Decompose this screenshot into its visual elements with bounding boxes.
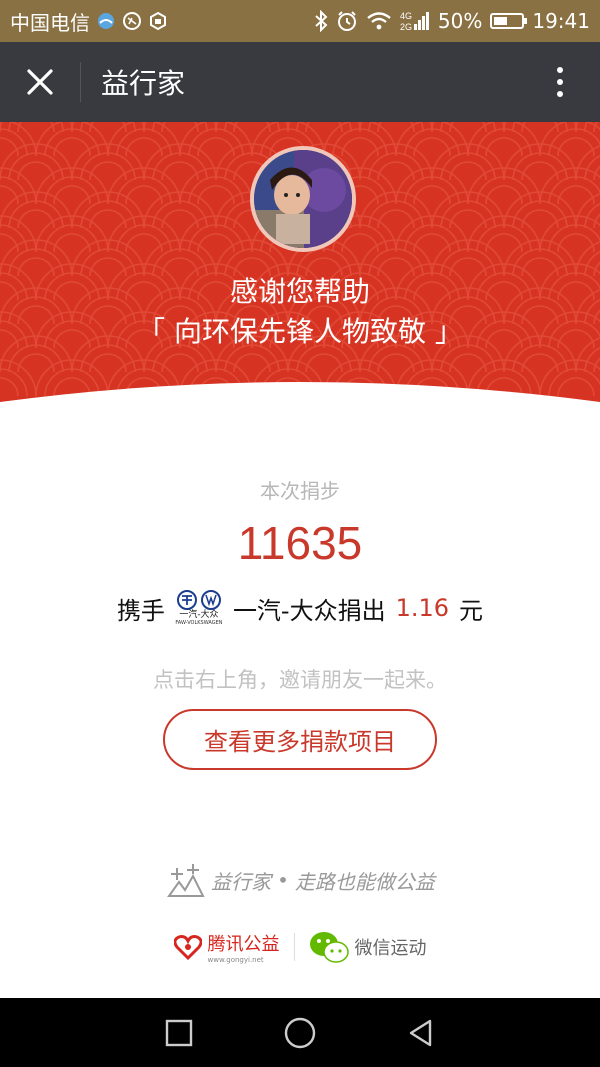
brand-logo-text: 一汽-大众 [179, 610, 219, 620]
donation-prefix: 携手 [116, 596, 165, 625]
scale-arc [404, 224, 460, 253]
home-icon[interactable] [283, 1016, 317, 1050]
scale-arc [0, 233, 19, 253]
more-vertical-icon [557, 67, 563, 97]
step-count: 11635 [237, 517, 363, 569]
scale-arc [44, 224, 100, 253]
clock: 19:41 [532, 9, 590, 33]
scale-arc [116, 176, 172, 205]
weather-icon [96, 11, 116, 31]
close-button[interactable] [0, 42, 80, 122]
scale-arc [368, 200, 424, 229]
faw-volkswagen-logo: 一汽-大众 FAW-VOLKSWAGEN [173, 590, 225, 626]
app-notification-icon [148, 11, 168, 31]
scale-arc [8, 152, 64, 181]
more-menu-button[interactable] [520, 42, 600, 122]
battery-fill [494, 17, 508, 25]
scale-arc [548, 176, 600, 205]
title-divider [80, 62, 81, 102]
avatar [250, 146, 356, 252]
slogan-brand: 益行家 [211, 869, 272, 894]
partner-logos: 腾讯公益 www.gongyi.net 微信运动 [0, 930, 600, 964]
page-title: 益行家 [101, 67, 186, 100]
yixingjia-logo-icon [167, 864, 205, 897]
alarm-icon [336, 10, 358, 32]
scale-arc [0, 185, 19, 205]
tencent-charity-label: 腾讯公益 [207, 934, 280, 955]
scale-arc [152, 152, 208, 181]
scale-arc [80, 152, 136, 181]
wechat-sport-label: 微信运动 [354, 938, 427, 959]
scale-arc [305, 122, 343, 133]
system-nav-bar [0, 998, 600, 1067]
scale-arc [440, 152, 496, 181]
campaign-name: 「 向环保先锋人物致敬 」 [137, 315, 463, 348]
slogan-text: 走路也能做公益 [294, 869, 435, 894]
scale-arc [116, 128, 172, 157]
donation-label: 本次捐步 [260, 479, 340, 503]
scale-arc [80, 200, 136, 229]
notification-icon [122, 11, 142, 31]
thanks-text: 感谢您帮助 [229, 275, 370, 308]
donation-summary: 携手 一汽-大众 FAW-VOLKSWAGEN 一汽-大众捐出 1.16 元 [0, 590, 600, 626]
back-icon[interactable] [406, 1018, 436, 1048]
scale-arc [476, 128, 532, 157]
bluetooth-icon [314, 10, 328, 32]
scale-arc [161, 122, 199, 133]
scale-arc [548, 128, 600, 157]
battery-percent: 50% [437, 9, 483, 33]
network-2g-label: 2G [400, 22, 412, 32]
heart-icon [173, 935, 202, 960]
scale-arc [188, 128, 244, 157]
scale-arc [89, 122, 127, 133]
scale-arc [476, 224, 532, 253]
invite-hint: 点击右上角，邀请朋友一起来。 [153, 668, 447, 692]
brand-name: 一汽-大众捐出 [232, 596, 386, 625]
scale-arc [377, 122, 415, 133]
carrier-label: 中国电信 [10, 10, 90, 35]
scale-arc [233, 122, 271, 133]
scale-arc [512, 200, 568, 229]
scale-arc [548, 224, 600, 253]
scale-arc [521, 122, 559, 133]
wechat-icon [309, 932, 349, 963]
donation-amount: 1.16 [395, 594, 450, 622]
scale-arc [404, 176, 460, 205]
scale-arc [440, 200, 496, 229]
signal-icon: 4G 2G [400, 10, 430, 32]
title-bar: 益行家 [0, 42, 600, 122]
wechat-sport-logo: 微信运动 [309, 930, 427, 964]
scale-arc [332, 128, 388, 157]
scale-arc [188, 176, 244, 205]
slogan: 益行家 • 走路也能做公益 [0, 862, 600, 898]
currency-label: 元 [459, 596, 484, 625]
brand-logo-subtext: FAW-VOLKSWAGEN [175, 620, 223, 626]
scale-arc [368, 152, 424, 181]
scale-arc [449, 122, 487, 133]
scale-arc [0, 137, 19, 157]
tencent-charity-logo: 腾讯公益 www.gongyi.net [173, 930, 280, 964]
scale-arc [476, 176, 532, 205]
scale-arc [188, 224, 244, 253]
status-bar: 中国电信 4G 2G 50% 19:41 [0, 0, 600, 42]
wifi-icon [366, 11, 392, 31]
scale-arc [152, 200, 208, 229]
scale-arc [44, 128, 100, 157]
thanks-banner: 感谢您帮助 「 向环保先锋人物致敬 」 [0, 122, 600, 472]
tencent-charity-url: www.gongyi.net [207, 956, 264, 964]
banner-curve [0, 382, 600, 472]
recent-apps-icon[interactable] [164, 1018, 194, 1048]
scale-arc [44, 176, 100, 205]
slogan-separator: • [277, 868, 289, 892]
scale-arc [8, 200, 64, 229]
network-4g-label: 4G [400, 11, 412, 21]
scale-arc [17, 122, 55, 133]
partner-divider [293, 933, 295, 961]
more-projects-button[interactable]: 查看更多捐款项目 [163, 709, 437, 770]
scale-arc [116, 224, 172, 253]
scale-arc [512, 152, 568, 181]
battery-icon [490, 13, 528, 29]
close-icon [27, 69, 53, 95]
scale-arc [404, 128, 460, 157]
